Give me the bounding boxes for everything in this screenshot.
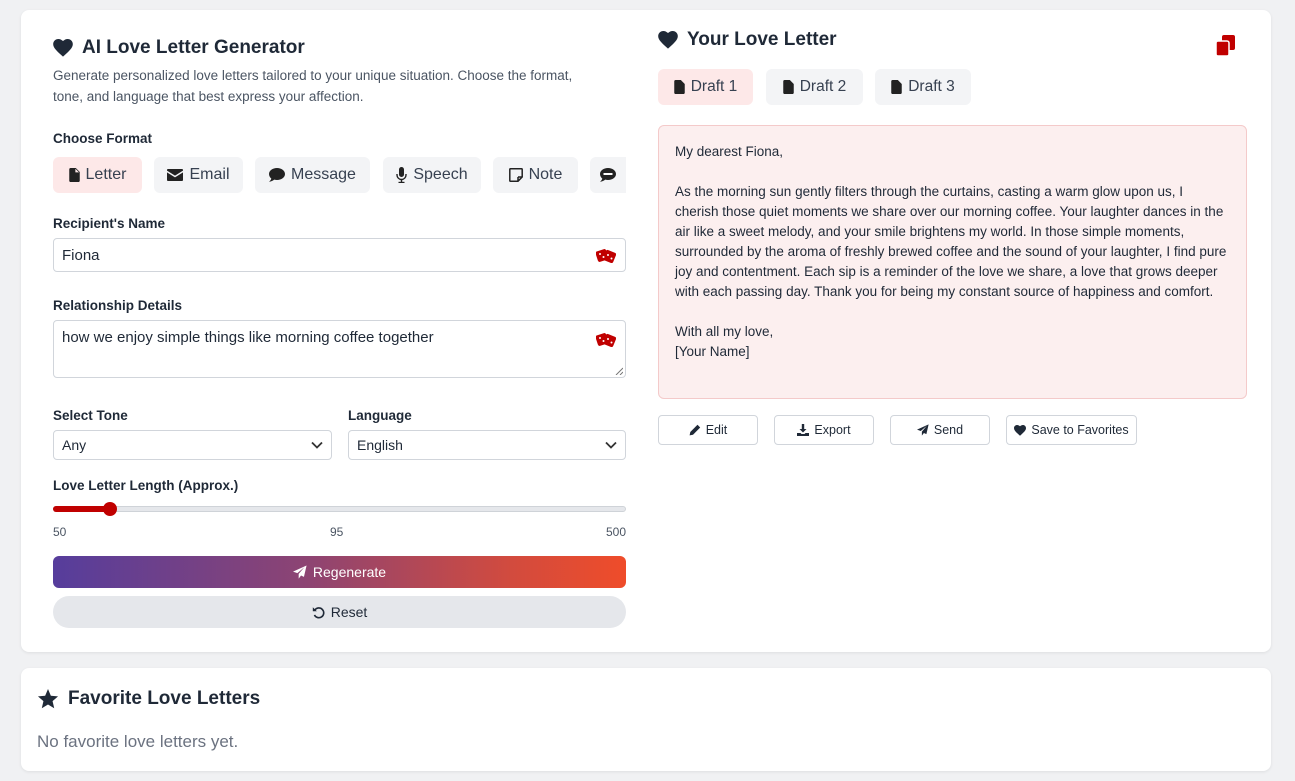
tone-label: Select Tone xyxy=(53,408,128,423)
draft-2-label: Draft 2 xyxy=(799,78,847,95)
favorites-card: Favorite Love Letters No favorite love l… xyxy=(21,668,1271,771)
dice-icon[interactable] xyxy=(596,331,616,347)
recipient-name-value: Fiona xyxy=(62,246,100,264)
format-note-button[interactable]: Note xyxy=(493,157,578,193)
file-icon xyxy=(68,168,80,182)
relationship-label: Relationship Details xyxy=(53,298,183,313)
regenerate-label: Regenerate xyxy=(312,564,387,580)
letter-greeting: My dearest Fiona, xyxy=(675,144,784,159)
regenerate-button[interactable]: Regenerate xyxy=(53,556,626,588)
language-select-value: English xyxy=(357,437,403,453)
language-label: Language xyxy=(348,408,412,423)
draft-2-tab[interactable]: Draft 2 xyxy=(766,69,863,105)
draft-1-tab[interactable]: Draft 1 xyxy=(658,69,753,105)
draft-3-tab[interactable]: Draft 3 xyxy=(875,69,971,105)
letter-closing: With all my love, xyxy=(675,324,774,339)
letter-body: As the morning sun gently filters throug… xyxy=(675,184,1227,299)
star-icon xyxy=(37,688,59,708)
draft-1-label: Draft 1 xyxy=(690,78,738,95)
length-slider-track[interactable] xyxy=(53,506,626,512)
recipient-label: Recipient's Name xyxy=(53,216,166,231)
edit-label: Edit xyxy=(705,423,728,437)
relationship-details-value: how we enjoy simple things like morning … xyxy=(62,329,434,346)
pencil-icon xyxy=(689,424,700,436)
heart-icon xyxy=(53,39,73,57)
format-letter-button[interactable]: Letter xyxy=(53,157,142,193)
recipient-name-input[interactable]: Fiona xyxy=(53,238,626,272)
heart-icon xyxy=(658,31,678,49)
format-message-button[interactable]: Message xyxy=(255,157,370,193)
length-slider-fill xyxy=(53,506,111,512)
letter-content: My dearest Fiona, As the morning sun gen… xyxy=(658,125,1247,399)
save-to-favorites-button[interactable]: Save to Favorites xyxy=(1006,415,1137,445)
generator-title-text: AI Love Letter Generator xyxy=(82,37,305,58)
reset-button[interactable]: Reset xyxy=(53,596,626,628)
tone-select-value: Any xyxy=(62,437,87,453)
length-current-label: 95 xyxy=(330,525,344,539)
envelope-icon xyxy=(167,169,184,181)
letter-title-text: Your Love Letter xyxy=(687,29,837,50)
draft-3-label: Draft 3 xyxy=(908,78,955,95)
favorites-title-text: Favorite Love Letters xyxy=(68,688,261,709)
paper-plane-icon xyxy=(292,565,307,579)
copy-icon[interactable] xyxy=(1216,35,1237,57)
length-slider-thumb[interactable] xyxy=(103,502,118,516)
export-button[interactable]: Export xyxy=(774,415,874,445)
letter-signature: [Your Name] xyxy=(675,344,750,359)
relationship-details-textarea[interactable]: how we enjoy simple things like morning … xyxy=(53,320,626,378)
resize-handle-icon[interactable] xyxy=(615,367,623,375)
file-icon xyxy=(782,80,794,94)
export-label: Export xyxy=(814,423,851,437)
format-speech-label: Speech xyxy=(413,166,468,183)
language-select[interactable]: English xyxy=(348,430,626,460)
letter-signoff: With all my love, [Your Name] xyxy=(675,322,1230,362)
save-to-favorites-label: Save to Favorites xyxy=(1031,423,1129,437)
undo-icon xyxy=(312,606,325,619)
favorites-title: Favorite Love Letters xyxy=(37,688,260,710)
dice-icon[interactable] xyxy=(596,247,616,263)
letter-title: Your Love Letter xyxy=(658,29,837,51)
format-note-label: Note xyxy=(528,166,563,183)
length-max-label: 500 xyxy=(606,525,627,539)
length-label: Love Letter Length (Approx.) xyxy=(53,478,239,493)
note-icon xyxy=(508,168,523,182)
length-min-label: 50 xyxy=(53,525,67,539)
edit-button[interactable]: Edit xyxy=(658,415,758,445)
tone-select[interactable]: Any xyxy=(53,430,332,460)
generator-title: AI Love Letter Generator xyxy=(53,37,305,59)
chevron-down-icon xyxy=(605,441,617,449)
generator-description: Generate personalized love letters tailo… xyxy=(53,65,633,107)
sms-icon xyxy=(600,168,616,182)
generator-card: AI Love Letter Generator Generate person… xyxy=(21,10,1271,652)
format-speech-button[interactable]: Speech xyxy=(383,157,481,193)
comment-icon xyxy=(269,168,286,182)
paper-plane-icon xyxy=(916,424,929,436)
chevron-down-icon xyxy=(311,441,323,449)
format-email-button[interactable]: Email xyxy=(154,157,243,193)
format-sms-button[interactable] xyxy=(590,157,626,193)
download-icon xyxy=(797,424,810,436)
format-message-label: Message xyxy=(291,166,356,183)
description-line: tone, and language that best express you… xyxy=(53,89,364,104)
favorites-empty-message: No favorite love letters yet. xyxy=(37,732,239,751)
file-icon xyxy=(673,80,685,94)
description-line: Generate personalized love letters tailo… xyxy=(53,68,573,83)
heart-icon xyxy=(1014,424,1027,436)
reset-label: Reset xyxy=(330,604,368,620)
format-letter-label: Letter xyxy=(85,166,127,183)
microphone-icon xyxy=(396,167,408,183)
format-label: Choose Format xyxy=(53,131,153,146)
file-icon xyxy=(891,80,902,94)
send-label: Send xyxy=(933,423,964,437)
send-button[interactable]: Send xyxy=(890,415,990,445)
format-email-label: Email xyxy=(189,166,230,183)
